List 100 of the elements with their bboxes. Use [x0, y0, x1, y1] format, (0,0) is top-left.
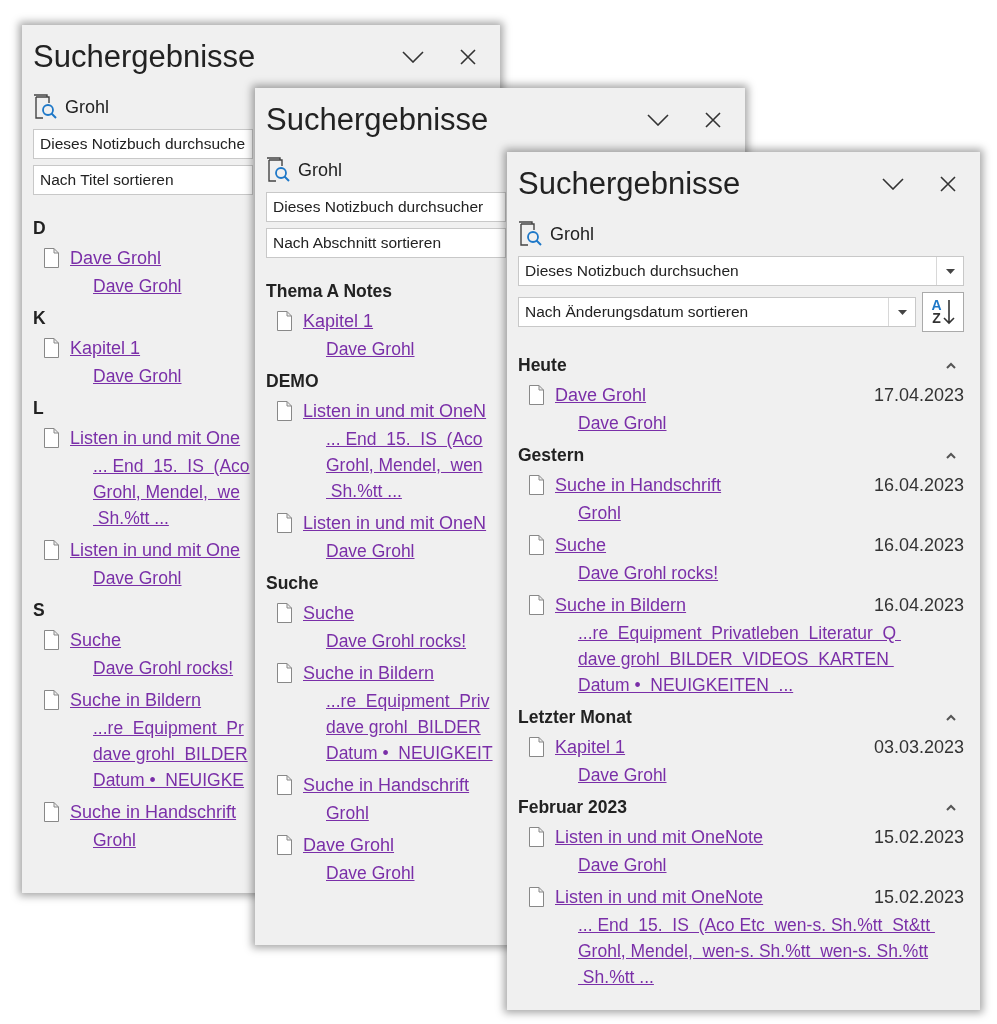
page-icon — [44, 630, 59, 650]
snippet-link[interactable]: ... End 15. IS (Aco Etc wen-s. Sh.%tt St&tt Grohl, Mendel, wen-s. Sh.%tt wen-s. Sh.%tt Sh.%tt ... — [578, 912, 935, 990]
group-heading: D — [33, 217, 46, 239]
sort-dropdown[interactable]: Nach Änderungsdatum sortieren — [518, 297, 916, 327]
page-link[interactable]: Suche in Handschrift — [70, 801, 237, 823]
page-link[interactable]: Listen in und mit OneN — [303, 400, 487, 422]
page-icon — [277, 835, 292, 855]
scope-dropdown[interactable]: Dieses Notizbuch durchsuchen — [518, 256, 964, 286]
modified-date: 16.04.2023 — [873, 474, 964, 496]
page-link[interactable]: Listen in und mit One — [70, 539, 241, 561]
snippet-link[interactable]: ... End 15. IS (Aco Grohl, Mendel, wen Sh.%tt ... — [326, 426, 483, 504]
page-icon — [44, 428, 59, 448]
page-icon — [529, 385, 544, 405]
page-link[interactable]: Kapitel 1 — [303, 310, 374, 332]
snippet-link[interactable]: ...re Equipment Priv dave grohl BILDER Datum • NEUIGKEIT — [326, 688, 493, 766]
page-link[interactable]: Suche in Handschrift — [555, 474, 722, 496]
search-query: Grohl — [550, 223, 594, 245]
snippet-link[interactable]: Dave Grohl — [326, 336, 415, 362]
page-icon — [277, 311, 292, 331]
sort-order-button[interactable]: A Z — [922, 292, 964, 332]
snippet-link[interactable]: Dave Grohl — [578, 762, 667, 788]
snippet-link[interactable]: Dave Grohl — [578, 852, 667, 878]
modified-date: 15.02.2023 — [873, 886, 964, 908]
arrow-down-icon — [942, 299, 955, 325]
page-link[interactable]: Kapitel 1 — [70, 337, 141, 359]
snippet-link[interactable]: Grohl — [326, 800, 369, 826]
page-icon — [277, 663, 292, 683]
caret-down-icon — [897, 309, 907, 315]
page-icon — [44, 338, 59, 358]
close-icon[interactable] — [460, 49, 476, 65]
page-link[interactable]: Listen in und mit OneN — [303, 512, 487, 534]
search-pages-icon — [266, 157, 290, 183]
page-link[interactable]: Listen in und mit One — [70, 427, 241, 449]
page-icon — [277, 513, 292, 533]
page-link[interactable]: Listen in und mit OneNote — [555, 826, 764, 848]
snippet-link[interactable]: Dave Grohl rocks! — [326, 628, 467, 654]
scope-dropdown[interactable]: Dieses Notizbuch durchsuche — [33, 129, 253, 159]
snippet-link[interactable]: Dave Grohl — [93, 273, 182, 299]
chevron-down-icon[interactable] — [647, 114, 669, 126]
search-query: Grohl — [65, 96, 109, 118]
page-link[interactable]: Dave Grohl — [303, 834, 395, 856]
snippet-link[interactable]: Dave Grohl — [326, 860, 415, 886]
modified-date: 03.03.2023 — [873, 736, 964, 758]
page-icon — [277, 401, 292, 421]
page-icon — [529, 827, 544, 847]
chevron-down-icon[interactable] — [402, 51, 424, 63]
collapse-caret-icon[interactable] — [946, 803, 956, 811]
group-heading: L — [33, 397, 44, 419]
page-link[interactable]: Suche — [555, 534, 607, 556]
search-pages-icon — [33, 94, 57, 120]
group-heading: Februar 2023 — [518, 796, 627, 818]
collapse-caret-icon[interactable] — [946, 451, 956, 459]
collapse-caret-icon[interactable] — [946, 713, 956, 721]
sort-dropdown[interactable]: Nach Titel sortieren — [33, 165, 253, 195]
group-heading: Letzter Monat — [518, 706, 632, 728]
page-link[interactable]: Suche in Bildern — [555, 594, 687, 616]
panel-title: Suchergebnisse — [518, 166, 742, 202]
modified-date: 15.02.2023 — [873, 826, 964, 848]
page-icon — [529, 535, 544, 555]
page-link[interactable]: Suche in Bildern — [303, 662, 435, 684]
caret-down-icon — [945, 268, 955, 274]
page-link[interactable]: Listen in und mit OneNote — [555, 886, 764, 908]
page-icon — [529, 475, 544, 495]
modified-date: 17.04.2023 — [873, 384, 964, 406]
snippet-link[interactable]: ... End 15. IS (Aco Grohl, Mendel, we Sh.%tt ... — [93, 453, 250, 531]
group-heading: Thema A Notes — [266, 280, 393, 302]
page-link[interactable]: Suche — [303, 602, 355, 624]
modified-date: 16.04.2023 — [873, 534, 964, 556]
page-link[interactable]: Suche in Handschrift — [303, 774, 470, 796]
page-link[interactable]: Dave Grohl — [555, 384, 647, 406]
chevron-down-icon[interactable] — [882, 178, 904, 190]
scope-dropdown[interactable]: Dieses Notizbuch durchsucher — [266, 192, 506, 222]
page-icon — [529, 887, 544, 907]
page-link[interactable]: Suche in Bildern — [70, 689, 202, 711]
snippet-link[interactable]: Dave Grohl rocks! — [578, 560, 719, 586]
collapse-caret-icon[interactable] — [946, 361, 956, 369]
page-icon — [44, 248, 59, 268]
snippet-link[interactable]: Dave Grohl — [93, 363, 182, 389]
snippet-link[interactable]: Dave Grohl — [326, 538, 415, 564]
group-heading: Gestern — [518, 444, 585, 466]
page-icon — [529, 737, 544, 757]
group-heading: K — [33, 307, 46, 329]
page-icon — [44, 540, 59, 560]
page-link[interactable]: Kapitel 1 — [555, 736, 626, 758]
snippet-link[interactable]: Grohl — [578, 500, 621, 526]
group-heading: DEMO — [266, 370, 319, 392]
page-link[interactable]: Suche — [70, 629, 122, 651]
snippet-link[interactable]: Dave Grohl rocks! — [93, 655, 234, 681]
group-heading: Suche — [266, 572, 319, 594]
sort-dropdown[interactable]: Nach Abschnitt sortieren — [266, 228, 506, 258]
snippet-link[interactable]: ...re Equipment Privatleben Literatur Q dave grohl BILDER VIDEOS KARTEN Datum • NEUIGKEITEN ... — [578, 620, 901, 698]
page-link[interactable]: Dave Grohl — [70, 247, 162, 269]
page-icon — [277, 603, 292, 623]
snippet-link[interactable]: Dave Grohl — [93, 565, 182, 591]
snippet-link[interactable]: Dave Grohl — [578, 410, 667, 436]
modified-date: 16.04.2023 — [873, 594, 964, 616]
snippet-link[interactable]: ...re Equipment Pr dave grohl BILDER Datum • NEUIGKE — [93, 715, 248, 793]
close-icon[interactable] — [705, 112, 721, 128]
snippet-link[interactable]: Grohl — [93, 827, 136, 853]
close-icon[interactable] — [940, 176, 956, 192]
